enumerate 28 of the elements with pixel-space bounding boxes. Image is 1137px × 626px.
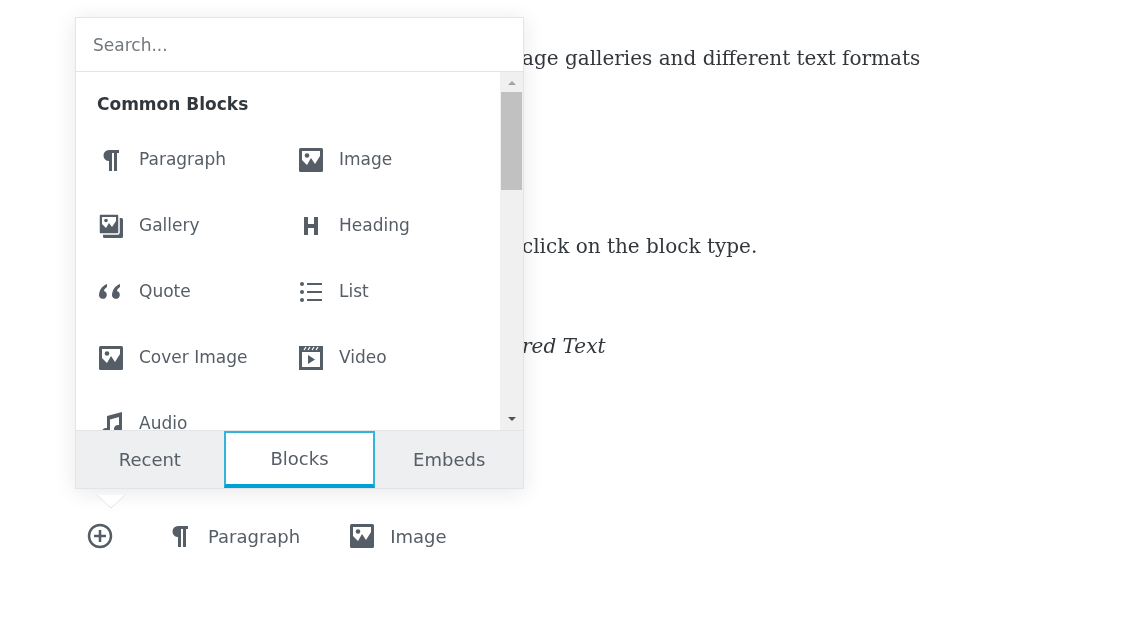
image-icon [97, 343, 125, 372]
video-icon [297, 343, 325, 372]
image-icon [297, 145, 325, 174]
block-type-button[interactable]: Paragraph [166, 522, 301, 550]
block-item[interactable]: Quote [97, 275, 297, 308]
tab[interactable]: Recent [76, 431, 224, 488]
popover-pointer [96, 494, 126, 509]
block-item[interactable]: List [297, 275, 497, 308]
block-type-button[interactable]: Image [348, 522, 447, 550]
block-item[interactable]: Paragraph [97, 143, 297, 176]
body-text: red Text [522, 333, 606, 360]
gallery-icon [97, 211, 125, 240]
search-field[interactable]: Search... [76, 18, 523, 72]
block-item[interactable]: Heading [297, 209, 497, 242]
section-heading: Common Blocks [97, 93, 250, 116]
tab[interactable]: Embeds [375, 431, 523, 488]
block-item[interactable]: Image [297, 143, 497, 176]
block-item[interactable]: Cover Image [97, 341, 297, 374]
add-icon [86, 522, 114, 550]
tab[interactable]: Blocks [223, 431, 376, 488]
add-block-button[interactable] [86, 522, 114, 550]
block-item[interactable]: Audio [97, 407, 297, 430]
body-text: click on the block type. [522, 233, 758, 260]
body-text: age galleries and different text formats [522, 45, 921, 72]
block-item[interactable]: Gallery [97, 209, 297, 242]
scroll-thumb[interactable] [501, 92, 522, 190]
image-icon [348, 522, 377, 550]
block-item[interactable]: Video [297, 341, 497, 374]
